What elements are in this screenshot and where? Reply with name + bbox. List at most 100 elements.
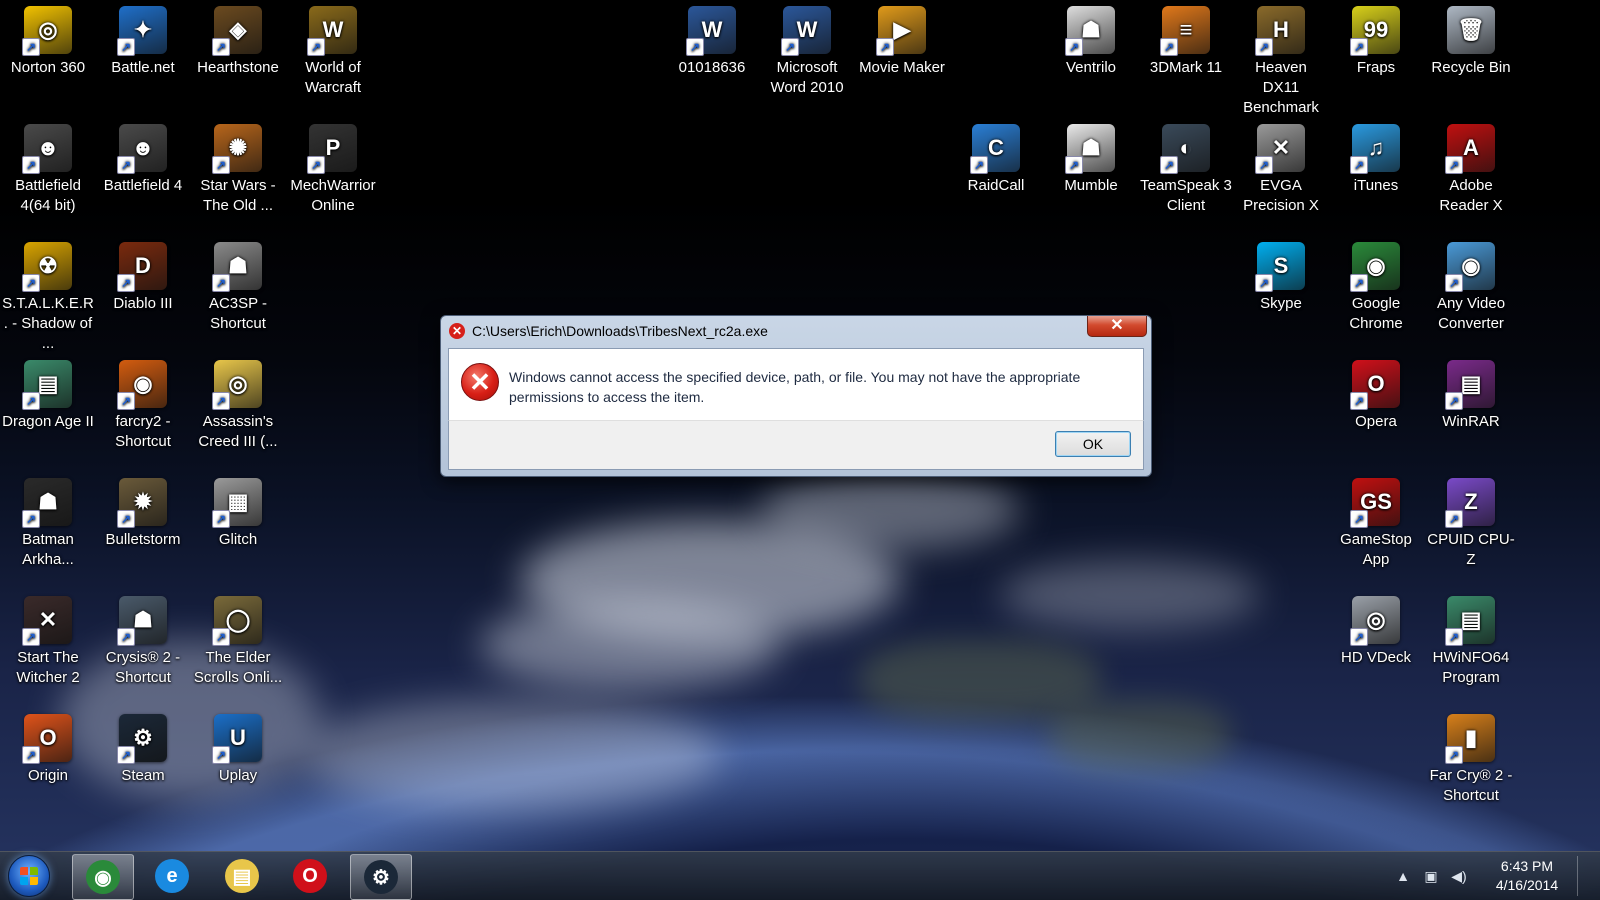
taskbar-button[interactable]: e xyxy=(142,854,202,898)
app-icon: ⚙ ↗ xyxy=(117,714,167,764)
desktop-icon[interactable]: ♫ ↗ iTunes xyxy=(1328,118,1424,196)
desktop-icon[interactable]: W ↗ Microsoft Word 2010 xyxy=(759,0,855,98)
taskbar-button[interactable]: O xyxy=(280,854,340,898)
desktop-icon-label: Star Wars - The Old ... xyxy=(200,177,276,214)
desktop-icon[interactable]: A ↗ Adobe Reader X xyxy=(1423,118,1519,216)
desktop-icon[interactable]: C ↗ RaidCall xyxy=(948,118,1044,196)
desktop-icon[interactable]: S ↗ Skype xyxy=(1233,236,1329,314)
desktop-icon[interactable]: P ↗ MechWarrior Online xyxy=(285,118,381,216)
desktop-icon[interactable]: ▤ ↗ HWiNFO64 Program xyxy=(1423,590,1519,688)
desktop-icon[interactable]: ◈ ↗ Hearthstone xyxy=(190,0,286,78)
shortcut-arrow-icon: ↗ xyxy=(117,746,135,764)
app-icon: ☗ ↗ xyxy=(1065,6,1115,56)
desktop-icon[interactable]: ✺ ↗ Star Wars - The Old ... xyxy=(190,118,286,216)
desktop-icon[interactable]: ☗ ↗ AC3SP - Shortcut xyxy=(190,236,286,334)
shortcut-arrow-icon: ↗ xyxy=(22,746,40,764)
desktop-icon[interactable]: ◐ ↗ TeamSpeak 3 Client xyxy=(1138,118,1234,216)
desktop-icon[interactable]: W ↗ World of Warcraft xyxy=(285,0,381,98)
desktop-icon-label: Battlefield 4 xyxy=(103,177,183,194)
taskbar-button[interactable]: ⚙ xyxy=(350,854,412,900)
desktop-icon-label: Dragon Age II xyxy=(2,413,94,430)
taskbar-button[interactable]: ◉ xyxy=(72,854,134,900)
desktop-icon[interactable]: ☗ ↗ Crysis® 2 - Shortcut xyxy=(95,590,191,688)
error-small-icon: ✕ xyxy=(449,323,465,339)
shortcut-arrow-icon: ↗ xyxy=(1350,392,1368,410)
desktop-icon-label: CPUID CPU-Z xyxy=(1427,531,1515,568)
desktop-icon[interactable]: ▤ ↗ Dragon Age II xyxy=(0,354,96,432)
desktop-icon-label: AC3SP - Shortcut xyxy=(208,295,268,332)
volume-icon[interactable]: ◀) xyxy=(1449,866,1469,886)
ok-button[interactable]: OK xyxy=(1055,431,1131,457)
desktop-icon[interactable]: ▮ ↗ Far Cry® 2 - Shortcut xyxy=(1423,708,1519,806)
desktop-icon-label: Fraps xyxy=(1356,59,1396,76)
app-icon: ✹ ↗ xyxy=(117,478,167,528)
taskbar-button[interactable]: ▤ xyxy=(212,854,272,898)
desktop-icon-label: Far Cry® 2 - Shortcut xyxy=(1429,767,1513,804)
desktop-icon[interactable]: ✕ ↗ EVGA Precision X xyxy=(1233,118,1329,216)
windows-logo-icon xyxy=(20,867,38,885)
shortcut-arrow-icon: ↗ xyxy=(1065,38,1083,56)
desktop-icon[interactable]: ▶ ↗ Movie Maker xyxy=(854,0,950,78)
show-hidden-icons-icon[interactable]: ▲ xyxy=(1393,866,1413,886)
desktop-icon[interactable]: ☢ ↗ S.T.A.L.K.E.R. - Shadow of ... xyxy=(0,236,96,354)
network-icon[interactable]: ▣ xyxy=(1421,866,1441,886)
desktop-icon[interactable]: ◎ ↗ Assassin's Creed III (... xyxy=(190,354,286,452)
desktop-icon[interactable]: ☗ ↗ Ventrilo xyxy=(1043,0,1139,78)
desktop-icon-label: 01018636 xyxy=(678,59,746,76)
desktop-icon[interactable]: ☻ ↗ Battlefield 4 xyxy=(95,118,191,196)
desktop-icon[interactable]: O ↗ Origin xyxy=(0,708,96,786)
desktop-icon-label: Assassin's Creed III (... xyxy=(198,413,278,450)
desktop-icon-label: 3DMark 11 xyxy=(1149,59,1223,76)
desktop-icon[interactable]: O ↗ Opera xyxy=(1328,354,1424,432)
close-button[interactable]: ✕ xyxy=(1087,316,1147,337)
dialog-content: ✕ Windows cannot access the specified de… xyxy=(448,348,1144,422)
desktop-icon[interactable]: Z ↗ CPUID CPU-Z xyxy=(1423,472,1519,570)
desktop-icon[interactable]: GS ↗ GameStop App xyxy=(1328,472,1424,570)
clock[interactable]: 6:43 PM 4/16/2014 xyxy=(1487,857,1567,895)
app-icon: Z ↗ xyxy=(1445,478,1495,528)
desktop-icon[interactable]: ⚙ ↗ Steam xyxy=(95,708,191,786)
shortcut-arrow-icon: ↗ xyxy=(1445,156,1463,174)
shortcut-arrow-icon: ↗ xyxy=(876,38,894,56)
desktop-icon-label: Any Video Converter xyxy=(1436,295,1506,332)
shortcut-arrow-icon: ↗ xyxy=(307,156,325,174)
desktop-icon-label: Uplay xyxy=(218,767,258,784)
desktop-icon[interactable]: ◉ ↗ farcry2 - Shortcut xyxy=(95,354,191,452)
desktop-icon[interactable]: ✕ ↗ Start The Witcher 2 xyxy=(0,590,96,688)
desktop-icon-label: Ventrilo xyxy=(1065,59,1117,76)
desktop-icon-label: Google Chrome xyxy=(1349,295,1403,332)
desktop-icon[interactable]: ☗ ↗ Batman Arkha... xyxy=(0,472,96,570)
shortcut-arrow-icon: ↗ xyxy=(1445,746,1463,764)
show-desktop-button[interactable] xyxy=(1577,856,1590,896)
desktop-icon[interactable]: ✦ ↗ Battle.net xyxy=(95,0,191,78)
desktop-icon[interactable]: ≡ ↗ 3DMark 11 xyxy=(1138,0,1234,78)
desktop-icon[interactable]: ◉ ↗ Any Video Converter xyxy=(1423,236,1519,334)
app-icon: ✕ ↗ xyxy=(1255,124,1305,174)
shortcut-arrow-icon: ↗ xyxy=(117,274,135,292)
desktop-icon[interactable]: 🗑 Recycle Bin xyxy=(1423,0,1519,78)
desktop-icon-label: Hearthstone xyxy=(197,59,279,76)
app-icon: ✦ ↗ xyxy=(117,6,167,56)
shortcut-arrow-icon: ↗ xyxy=(117,628,135,646)
desktop-icon[interactable]: ◯ ↗ The Elder Scrolls Onli... xyxy=(190,590,286,688)
dialog-titlebar[interactable]: ✕ C:\Users\Erich\Downloads\TribesNext_rc… xyxy=(449,320,1143,342)
desktop-icon[interactable]: ◉ ↗ Google Chrome xyxy=(1328,236,1424,334)
desktop-icon[interactable]: ☗ ↗ Mumble xyxy=(1043,118,1139,196)
desktop-icon[interactable]: 99 ↗ Fraps xyxy=(1328,0,1424,78)
desktop-icon[interactable]: ☻ ↗ Battlefield 4(64 bit) xyxy=(0,118,96,216)
desktop-icon[interactable]: ◎ ↗ Norton 360 xyxy=(0,0,96,78)
desktop-icon[interactable]: ▦ ↗ Glitch xyxy=(190,472,286,550)
shortcut-arrow-icon: ↗ xyxy=(970,156,988,174)
desktop-icon-label: HWiNFO64 Program xyxy=(1432,649,1510,686)
shortcut-arrow-icon: ↗ xyxy=(1445,274,1463,292)
start-button[interactable] xyxy=(8,855,50,897)
desktop-icon[interactable]: ◎ ↗ HD VDeck xyxy=(1328,590,1424,668)
desktop-icon[interactable]: W ↗ 01018636 xyxy=(664,0,760,78)
desktop-icon[interactable]: D ↗ Diablo III xyxy=(95,236,191,314)
error-icon: ✕ xyxy=(461,363,499,401)
shortcut-arrow-icon: ↗ xyxy=(1350,510,1368,528)
dialog-message: Windows cannot access the specified devi… xyxy=(509,369,1081,405)
desktop-icon[interactable]: ✹ ↗ Bulletstorm xyxy=(95,472,191,550)
desktop-icon[interactable]: ▤ ↗ WinRAR xyxy=(1423,354,1519,432)
desktop-icon[interactable]: U ↗ Uplay xyxy=(190,708,286,786)
